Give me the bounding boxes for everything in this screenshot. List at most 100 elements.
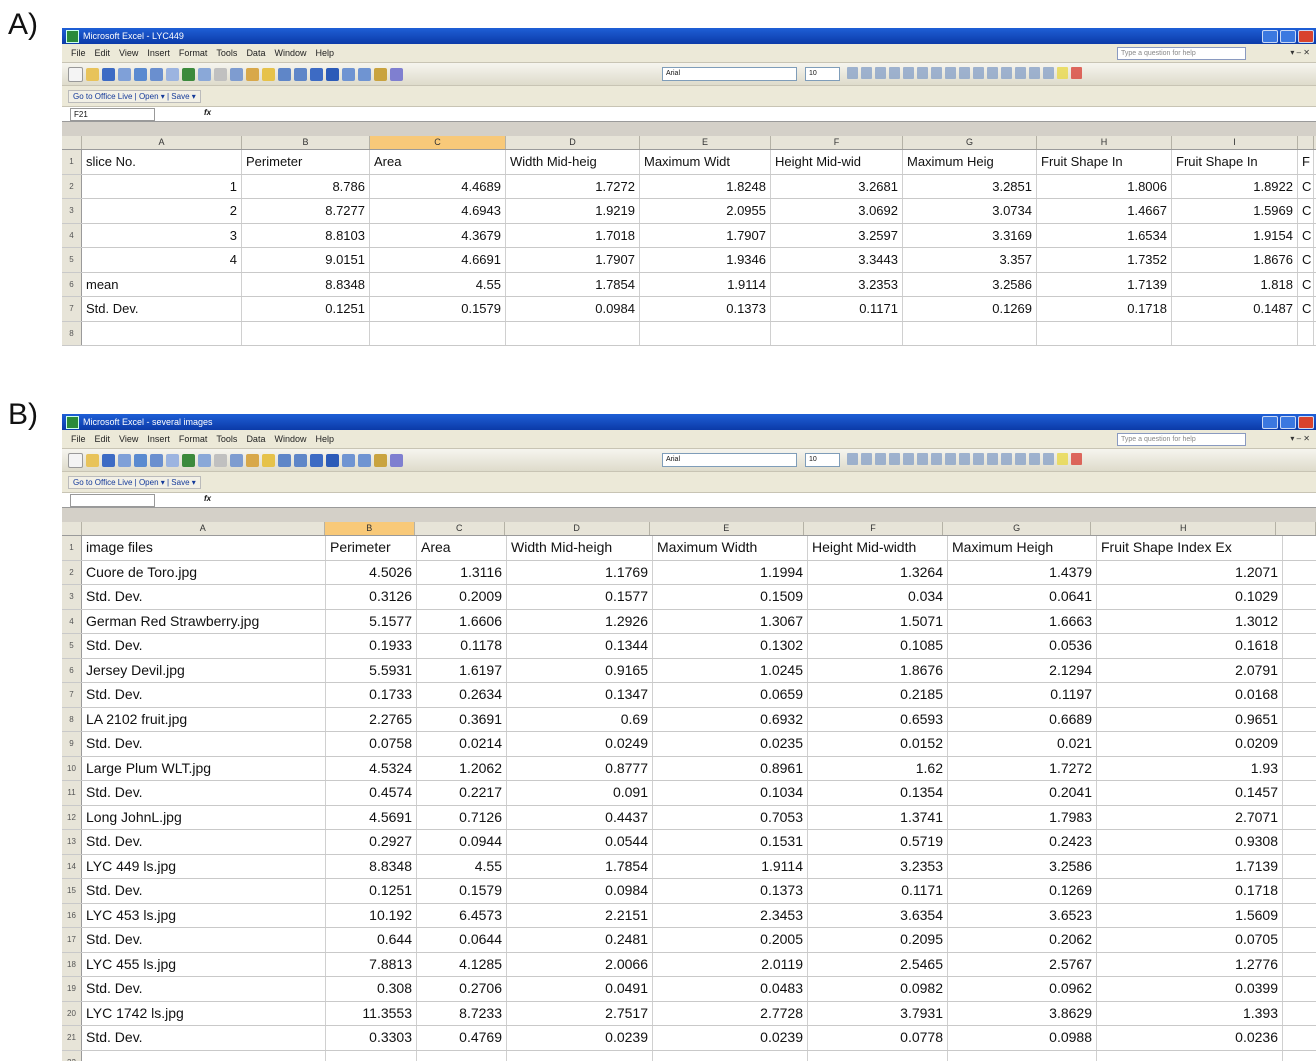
fill-color-icon[interactable] — [1057, 67, 1068, 79]
column-header[interactable]: C — [370, 136, 506, 149]
cell[interactable]: 1.3067 — [653, 609, 808, 633]
cell[interactable]: Long JohnL.jpg — [82, 805, 326, 829]
cell[interactable]: 3.2586 — [903, 272, 1037, 296]
row-header[interactable]: 7 — [62, 297, 82, 321]
cell[interactable]: 8.8348 — [326, 854, 417, 878]
cell[interactable]: 0.0659 — [653, 683, 808, 707]
cell[interactable]: 1.9114 — [640, 272, 771, 296]
row-header[interactable]: 11 — [62, 781, 82, 805]
cell[interactable]: Area — [370, 150, 506, 174]
cell[interactable]: Area — [417, 536, 507, 560]
column-header[interactable]: H — [1037, 136, 1172, 149]
email-icon[interactable] — [134, 453, 147, 467]
row-header[interactable]: 18 — [62, 952, 82, 976]
worksheet-grid-a[interactable]: A B C D E F G H I 1 slice No. Perimeter Area Width Mi… — [62, 136, 1316, 358]
row-header[interactable]: 3 — [62, 199, 82, 223]
cell[interactable]: 0.1171 — [771, 297, 903, 321]
merge-center-icon[interactable] — [931, 453, 942, 465]
column-header[interactable]: F — [804, 522, 944, 535]
cell[interactable] — [326, 1050, 417, 1061]
menu-file[interactable]: File — [71, 48, 86, 58]
cell[interactable]: 2.7071 — [1097, 805, 1283, 829]
row-header[interactable]: 1 — [62, 150, 82, 174]
cell[interactable]: 8.8348 — [242, 272, 370, 296]
increase-decimal-icon[interactable] — [987, 453, 998, 465]
cell[interactable]: 2.0791 — [1097, 658, 1283, 682]
select-all-corner[interactable] — [62, 522, 82, 535]
cell[interactable]: 0.0209 — [1097, 732, 1283, 756]
row-header[interactable]: 17 — [62, 928, 82, 952]
percent-icon[interactable] — [959, 67, 970, 79]
cell[interactable]: 1.6606 — [417, 609, 507, 633]
fx-icon[interactable]: fx — [204, 108, 211, 117]
row-header[interactable]: 2 — [62, 560, 82, 584]
column-header[interactable]: A — [82, 136, 242, 149]
underline-icon[interactable] — [875, 67, 886, 79]
cell[interactable]: 2.2151 — [507, 903, 653, 927]
cell[interactable]: 4.55 — [417, 854, 507, 878]
column-header[interactable]: I — [1172, 136, 1298, 149]
menu-data[interactable]: Data — [246, 434, 265, 444]
align-center-icon[interactable] — [903, 453, 914, 465]
cell[interactable]: 1.8676 — [808, 658, 948, 682]
email-icon[interactable] — [134, 67, 147, 81]
cell[interactable]: 0.8777 — [507, 756, 653, 780]
column-header[interactable]: A — [82, 522, 325, 535]
cell[interactable]: Std. Dev. — [82, 879, 326, 903]
cell[interactable] — [903, 321, 1037, 345]
row-header[interactable]: 3 — [62, 585, 82, 609]
cell[interactable]: 8.8103 — [242, 223, 370, 247]
save-icon[interactable] — [102, 67, 115, 81]
redo-icon[interactable] — [294, 453, 307, 467]
worksheet-grid-b[interactable]: A B C D E F G H 1 image files Perimeter Area Width M… — [62, 522, 1316, 1061]
cell[interactable]: 1.3012 — [1097, 609, 1283, 633]
cell[interactable]: 0.2009 — [417, 585, 507, 609]
cell[interactable]: Std. Dev. — [82, 585, 326, 609]
cell[interactable] — [82, 321, 242, 345]
cell[interactable]: 0.2005 — [653, 928, 808, 952]
italic-icon[interactable] — [861, 453, 872, 465]
menu-edit[interactable]: Edit — [95, 48, 111, 58]
cell[interactable]: 2.5767 — [948, 952, 1097, 976]
cell[interactable]: Std. Dev. — [82, 928, 326, 952]
align-left-icon[interactable] — [889, 453, 900, 465]
cell[interactable]: 0.1029 — [1097, 585, 1283, 609]
cell[interactable]: Maximum Heig — [903, 150, 1037, 174]
cell[interactable]: 0.0239 — [653, 1026, 808, 1050]
cell[interactable]: 0.6689 — [948, 707, 1097, 731]
cell[interactable] — [808, 1050, 948, 1061]
cell[interactable]: 0.1487 — [1172, 297, 1298, 321]
menu-file[interactable]: File — [71, 434, 86, 444]
cell[interactable]: 3.6354 — [808, 903, 948, 927]
cell[interactable]: 0.1251 — [326, 879, 417, 903]
cell[interactable]: 3.0734 — [903, 199, 1037, 223]
cell[interactable]: Perimeter — [242, 150, 370, 174]
cell[interactable]: 0.308 — [326, 977, 417, 1001]
cell[interactable]: 1.818 — [1172, 272, 1298, 296]
cell[interactable]: 3.357 — [903, 248, 1037, 272]
cell[interactable]: 0.0641 — [948, 585, 1097, 609]
cell[interactable]: 0.1347 — [507, 683, 653, 707]
cell[interactable]: 1.2776 — [1097, 952, 1283, 976]
cell[interactable]: Fruit Shape In — [1037, 150, 1172, 174]
cell[interactable]: 0.3303 — [326, 1026, 417, 1050]
bold-icon[interactable] — [847, 453, 858, 465]
row-header[interactable]: 5 — [62, 634, 82, 658]
cell[interactable]: 1.6534 — [1037, 223, 1172, 247]
cell[interactable]: 0.7053 — [653, 805, 808, 829]
hyperlink-icon[interactable] — [310, 453, 323, 467]
menu-help[interactable]: Help — [315, 434, 334, 444]
cell[interactable]: 1.4379 — [948, 560, 1097, 584]
percent-icon[interactable] — [959, 453, 970, 465]
cell[interactable]: 0.9651 — [1097, 707, 1283, 731]
cell[interactable]: 0.1373 — [653, 879, 808, 903]
cell[interactable]: 6.4573 — [417, 903, 507, 927]
open-icon[interactable] — [86, 453, 99, 467]
font-size-box[interactable]: 10 — [805, 453, 840, 467]
cell[interactable]: 0.1509 — [653, 585, 808, 609]
sort-descending-icon[interactable] — [358, 453, 371, 467]
cell[interactable]: 1.3116 — [417, 560, 507, 584]
select-all-corner[interactable] — [62, 136, 82, 149]
cut-icon[interactable] — [214, 67, 227, 81]
cell[interactable]: Std. Dev. — [82, 297, 242, 321]
